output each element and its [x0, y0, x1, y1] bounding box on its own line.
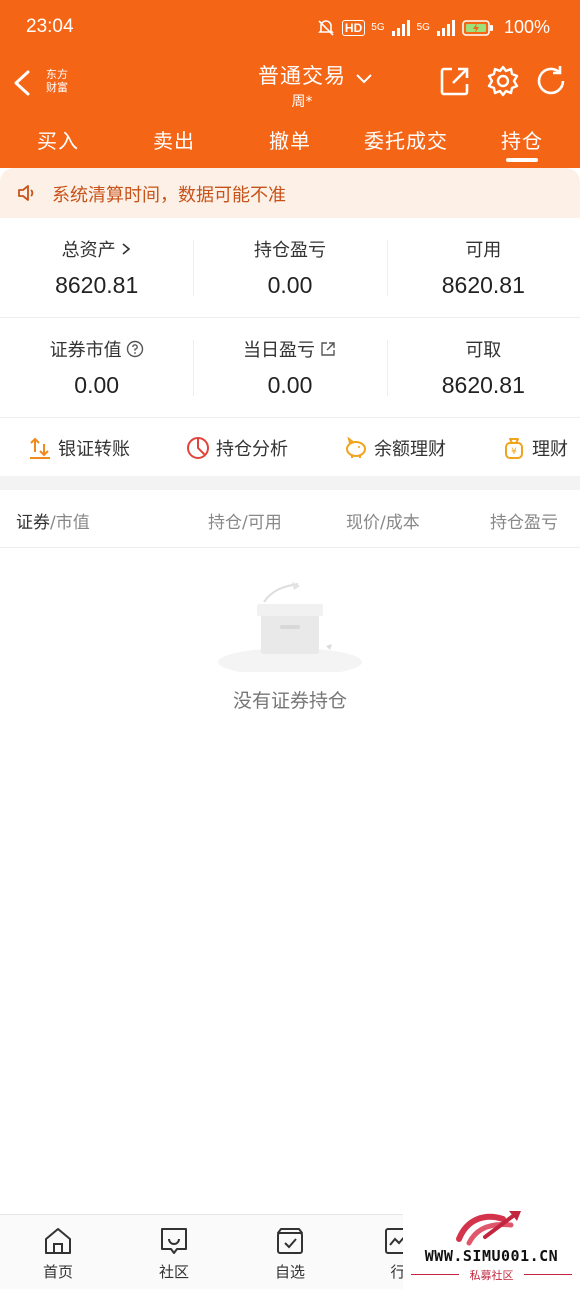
app-header: 23:04 HD 5G 5G 100% 东方财富 普通交易 周* 买入 卖出 撤…: [0, 0, 580, 168]
share-icon[interactable]: [438, 64, 472, 98]
total-assets-label-wrap: 总资产: [0, 236, 193, 262]
total-assets-cell[interactable]: 总资产 8620.81: [0, 218, 193, 317]
quick-action-balance-wealth[interactable]: 余额理财: [344, 435, 446, 461]
market-value-cell: 证券市值 0.00: [0, 318, 193, 417]
chevron-down-icon: [356, 74, 372, 84]
account-name: 周*: [291, 94, 313, 110]
speaker-icon: [18, 185, 34, 201]
money-bag-icon: ¥: [505, 437, 523, 459]
col-price[interactable]: 现价/成本: [346, 508, 420, 533]
quick-action-wealth[interactable]: ¥ 理财: [502, 435, 568, 461]
svg-text:¥: ¥: [511, 447, 517, 457]
market-value-label: 证券市值: [49, 340, 122, 361]
pie-chart-icon: [187, 436, 209, 459]
page-title: 普通交易: [258, 64, 346, 88]
notice-text: 系统清算时间，数据可能不准: [52, 185, 286, 206]
withdrawable-cell: 可取 8620.81: [386, 318, 580, 417]
status-time: 23:04: [26, 16, 74, 37]
market-value-value: 0.00: [74, 372, 120, 398]
signal-icon: [391, 19, 410, 36]
bottom-nav-label: 首页: [42, 1263, 73, 1281]
available-label: 可用: [465, 240, 502, 261]
gear-icon[interactable]: [486, 64, 520, 98]
tab-positions[interactable]: 持仓: [464, 112, 580, 168]
refresh-icon[interactable]: [534, 64, 568, 98]
home-icon: [45, 1228, 71, 1254]
transfer-icon: [30, 437, 50, 459]
bottom-nav-watchlist[interactable]: 自选: [250, 1225, 330, 1282]
hd-badge: HD: [341, 19, 366, 36]
network-label-1: 5G: [371, 22, 385, 33]
col-pnl[interactable]: 持仓盈亏: [490, 508, 558, 533]
nav-row: 东方财富 普通交易 周*: [0, 56, 580, 112]
available-cell: 可用 8620.81: [386, 218, 580, 317]
total-assets-value: 8620.81: [55, 272, 139, 298]
quick-action-label: 理财: [532, 438, 568, 460]
watermark-line-right: [524, 1274, 572, 1275]
signal-icon-2: [436, 19, 455, 36]
status-icons: HD 5G 5G 100%: [316, 17, 550, 38]
trade-tabs: 买入 卖出 撤单 委托成交 持仓: [0, 112, 580, 168]
col-holding[interactable]: 持仓/可用: [208, 508, 282, 533]
position-pnl-cell: 持仓盈亏 0.00: [193, 218, 386, 317]
col-security-sub: /市值: [50, 513, 90, 533]
quick-action-label: 银证转账: [58, 438, 130, 460]
logo-text: 东方财富: [46, 68, 68, 94]
tab-buy[interactable]: 买入: [0, 112, 116, 168]
section-divider: [0, 476, 580, 490]
watermark: WWW.SIMU001.CN 私募社区: [403, 1205, 580, 1289]
watermark-url: WWW.SIMU001.CN: [424, 1247, 559, 1265]
quick-action-transfer[interactable]: 银证转账: [28, 435, 130, 461]
bottom-nav-label: 自选: [274, 1263, 305, 1281]
quick-action-label: 余额理财: [374, 438, 446, 460]
available-value: 8620.81: [441, 272, 525, 298]
battery-icon: [462, 19, 493, 36]
header-actions: [438, 64, 568, 98]
piggy-bank-icon: [346, 436, 366, 458]
watermark-subtitle: 私募社区: [469, 1269, 514, 1282]
position-pnl-label: 持仓盈亏: [253, 240, 326, 261]
bottom-nav-home[interactable]: 首页: [18, 1225, 98, 1282]
daily-pnl-value: 0.00: [267, 372, 313, 398]
community-icon: [161, 1228, 187, 1254]
network-label-2: 5G: [416, 22, 430, 33]
empty-box-icon: [218, 582, 362, 672]
col-security-main: 证券: [16, 513, 50, 533]
tab-cancel[interactable]: 撤单: [232, 112, 348, 168]
external-link-icon: [321, 342, 335, 356]
tab-orders[interactable]: 委托成交: [348, 112, 464, 168]
status-bar: 23:04 HD 5G 5G 100%: [0, 0, 580, 56]
account-type-selector[interactable]: 普通交易 周*: [232, 60, 372, 111]
logo: 东方财富: [40, 68, 74, 98]
summary-row: 证券市值 0.00 当日盈亏 0.00 可取 8620.81: [0, 318, 580, 418]
market-value-label-wrap: 证券市值: [0, 336, 193, 362]
empty-state-text: 没有证券持仓: [232, 690, 347, 712]
withdrawable-label: 可取: [465, 340, 502, 361]
quick-action-position-analysis[interactable]: 持仓分析: [186, 435, 288, 461]
quick-actions: 银证转账 持仓分析 余额理财 ¥ 理财: [0, 419, 580, 476]
chevron-right-icon: [122, 243, 130, 255]
watchlist-icon: [277, 1228, 303, 1254]
notice-banner: 系统清算时间，数据可能不准: [0, 168, 580, 218]
position-pnl-value: 0.00: [267, 272, 313, 298]
daily-pnl-cell[interactable]: 当日盈亏 0.00: [193, 318, 386, 417]
summary-row: 总资产 8620.81 持仓盈亏 0.00 可用 8620.81: [0, 218, 580, 318]
positions-table-header: 证券/市值 持仓/可用 现价/成本 持仓盈亏: [0, 490, 580, 548]
total-assets-label: 总资产: [61, 240, 116, 261]
daily-pnl-label-wrap: 当日盈亏: [193, 336, 386, 362]
help-icon[interactable]: [126, 340, 144, 358]
watermark-logo: [456, 1211, 521, 1246]
back-arrow-icon[interactable]: [10, 68, 34, 98]
bottom-nav-community[interactable]: 社区: [134, 1225, 214, 1282]
withdrawable-value: 8620.81: [441, 372, 525, 398]
bottom-nav-label: 社区: [158, 1263, 189, 1281]
tab-sell[interactable]: 卖出: [116, 112, 232, 168]
account-summary: 总资产 8620.81 持仓盈亏 0.00 可用 8620.81 证券市值 0.…: [0, 218, 580, 418]
daily-pnl-label: 当日盈亏: [242, 340, 315, 361]
quick-action-label: 持仓分析: [216, 438, 288, 460]
bell-muted-icon: [317, 19, 334, 36]
empty-state: 没有证券持仓: [0, 580, 580, 720]
battery-percent: 100%: [503, 17, 550, 37]
col-security[interactable]: 证券/市值: [16, 508, 90, 533]
